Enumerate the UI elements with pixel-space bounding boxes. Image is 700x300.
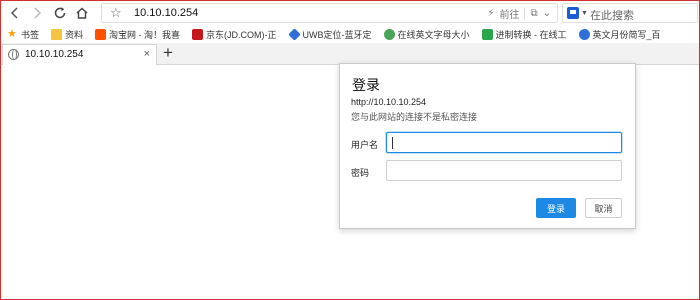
bookmark-label: 淘宝网 - 淘！我喜 [109, 29, 181, 40]
password-field[interactable] [386, 160, 622, 181]
globe-icon [8, 49, 19, 60]
bookmark-label: 英文月份简写_百 [592, 29, 661, 40]
auth-dialog: 登录 http://10.10.10.254 您与此网站的连接不是私密连接 用户… [339, 63, 636, 229]
bookmark-item-bookmarks[interactable]: ★ 书签 [7, 28, 39, 41]
home-icon [76, 7, 88, 19]
login-button[interactable]: 登录 [536, 198, 576, 218]
bookmarks-bar: ★ 书签 资料 淘宝网 - 淘！我喜 京东(JD.COM)-正 UWB定位-蓝牙… [1, 25, 699, 43]
tab-active[interactable]: 10.10.10.254 × [2, 44, 157, 65]
bookmark-star-icon: ★ [7, 27, 17, 40]
go-button[interactable]: 前往 [499, 6, 519, 21]
jd-icon [192, 28, 204, 40]
bookmark-item-month-abbr[interactable]: 英文月份简写_百 [578, 28, 661, 41]
lightning-icon[interactable]: ⚡ [487, 8, 494, 19]
address-url[interactable]: 10.10.10.254 [134, 7, 198, 19]
dialog-url: http://10.10.10.254 [351, 97, 427, 107]
bookmark-item-uwb[interactable]: UWB定位-蓝牙定 [287, 27, 372, 41]
converter-icon [481, 28, 493, 40]
search-box[interactable]: ▼ 在此搜索 [562, 3, 698, 23]
bookmark-item-taobao[interactable]: 淘宝网 - 淘！我喜 [95, 28, 180, 41]
bookmark-item-folder[interactable]: 资料 [51, 28, 83, 41]
navigation-toolbar: ☆ 10.10.10.254 ⚡ 前往 ⧉ ⌄ ▼ 在此搜索 [1, 1, 699, 25]
forward-button[interactable] [28, 4, 46, 22]
chevron-down-icon: ▼ [581, 9, 588, 17]
external-link-icon[interactable]: ⧉ [530, 8, 537, 19]
bookmark-label: 京东(JD.COM)-正 [206, 29, 277, 40]
bookmark-item-converter[interactable]: 进制转换 - 在线工 [481, 28, 567, 41]
password-label: 密码 [351, 168, 370, 178]
taobao-icon [95, 28, 107, 40]
tab-strip: 10.10.10.254 × + [1, 43, 699, 65]
dialog-title: 登录 [352, 77, 380, 93]
folder-icon [51, 28, 63, 40]
dropdown-chevron-icon[interactable]: ⌄ [543, 8, 551, 19]
forward-arrow-icon [34, 7, 42, 19]
username-field[interactable] [386, 132, 622, 153]
text-cursor [392, 137, 393, 149]
back-button[interactable] [6, 4, 24, 22]
home-button[interactable] [73, 4, 91, 22]
close-icon[interactable]: × [144, 48, 150, 60]
address-bar-actions: ⚡ 前往 ⧉ ⌄ [487, 6, 551, 21]
search-input[interactable]: 在此搜索 [590, 7, 634, 23]
bookmark-label: 资料 [65, 29, 84, 40]
search-engine-selector[interactable]: ▼ [567, 6, 589, 20]
bookmark-item-jd[interactable]: 京东(JD.COM)-正 [192, 28, 277, 41]
username-label: 用户名 [351, 140, 379, 150]
divider [524, 7, 526, 20]
baidu-paw-icon [578, 28, 590, 40]
bookmark-label: 在线英文字母大小 [397, 29, 470, 40]
english-tool-icon [383, 28, 395, 40]
cancel-button[interactable]: 取消 [585, 198, 622, 218]
reload-button[interactable] [51, 4, 69, 22]
bookmark-label: UWB定位-蓝牙定 [302, 29, 372, 40]
uwb-icon [287, 27, 301, 41]
address-bar[interactable]: ☆ 10.10.10.254 ⚡ 前往 ⧉ ⌄ [101, 3, 558, 23]
bookmark-star-outline-icon[interactable]: ☆ [110, 6, 122, 20]
back-arrow-icon [10, 7, 18, 19]
search-engine-icon [567, 7, 579, 19]
new-tab-button[interactable]: + [163, 44, 173, 62]
bookmark-item-english-case[interactable]: 在线英文字母大小 [383, 28, 470, 41]
reload-icon [54, 7, 66, 19]
bookmark-label: 书签 [21, 29, 40, 40]
connection-warning: 您与此网站的连接不是私密连接 [351, 112, 478, 122]
bookmark-label: 进制转换 - 在线工 [495, 29, 567, 40]
tab-title: 10.10.10.254 [25, 49, 84, 60]
